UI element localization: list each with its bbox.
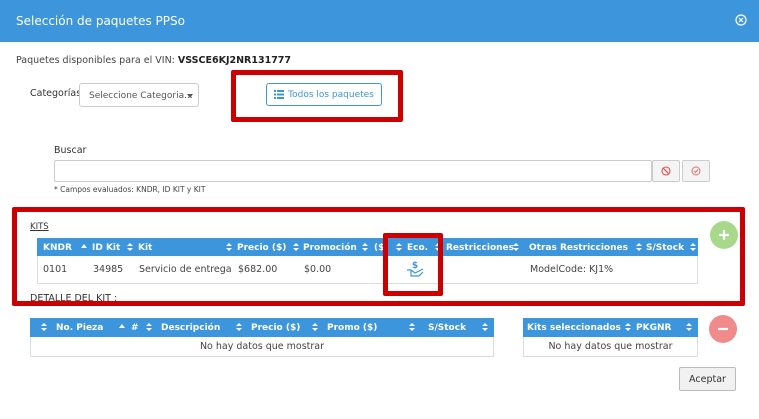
modal-header: Selección de paquetes PPSo — [0, 0, 759, 42]
sort-icon[interactable] — [636, 243, 642, 253]
buscar-label: Buscar — [54, 145, 87, 156]
sort-asc-icon[interactable] — [119, 324, 125, 328]
categorias-selected: Seleccione Categoria... — [89, 91, 193, 101]
col-kits-seleccionados[interactable]: Kits seleccionados — [527, 323, 621, 333]
sort-icon[interactable] — [409, 323, 415, 333]
col-no-pieza[interactable]: No. Pieza — [56, 323, 103, 333]
chevron-down-icon — [187, 94, 193, 98]
cell-kndr: 0101 — [43, 264, 68, 275]
sort-asc-icon[interactable] — [81, 244, 87, 248]
categorias-select[interactable]: Seleccione Categoria... — [79, 83, 199, 107]
col-pkgnr[interactable]: PKGNR — [636, 323, 671, 333]
col-promocion[interactable]: Promoción — [303, 243, 357, 253]
cell-otras-restricciones: ModelCode: KJ1% — [530, 264, 614, 275]
svg-text:$: $ — [412, 261, 418, 271]
col-kit[interactable]: Kit — [138, 243, 152, 253]
clear-search-button[interactable] — [652, 160, 680, 182]
seleccionados-empty-row: No hay datos que mostrar — [523, 337, 698, 357]
dollar-hand-icon[interactable]: $ — [406, 260, 424, 278]
cell-promocion: $0.00 — [304, 264, 332, 275]
add-kit-button[interactable] — [710, 221, 738, 249]
sort-icon[interactable] — [482, 323, 488, 333]
close-icon[interactable] — [735, 14, 747, 26]
vin-line: Paquetes disponibles para el VIN: VSSCE6… — [16, 55, 291, 66]
todos-paquetes-button[interactable]: Todos los paquetes — [266, 83, 382, 106]
col-promo[interactable]: Promo ($) — [327, 323, 377, 333]
sort-icon[interactable] — [146, 323, 152, 333]
col-stock[interactable]: S/Stock — [646, 243, 684, 253]
sort-icon[interactable] — [435, 243, 441, 253]
col-kndr[interactable]: KNDR — [43, 243, 72, 253]
campos-evaluados-note: * Campos evaluados: KNDR, ID KIT y KIT — [54, 185, 206, 194]
detalle-title: DETALLE DEL KIT : — [30, 293, 118, 304]
sort-icon[interactable] — [396, 243, 402, 253]
col-otras-restricciones[interactable]: Otras Restricciones — [529, 243, 628, 253]
plus-icon — [719, 230, 729, 240]
kits-table-header: KNDR ID Kit Kit Precio ($) Promoción ($ … — [37, 238, 698, 257]
detalle-empty-row: No hay datos que mostrar — [30, 337, 494, 357]
table-row[interactable]: 0101 34985 Servicio de entrega $682.00 $… — [37, 256, 698, 284]
cell-kit: Servicio de entrega — [139, 264, 232, 275]
vin-value: VSSCE6KJ2NR131777 — [177, 55, 292, 66]
list-icon — [274, 90, 285, 99]
sort-icon[interactable] — [312, 323, 318, 333]
col-descripcion[interactable]: Descripción — [161, 323, 220, 333]
vin-label: Paquetes disponibles para el VIN: — [16, 55, 175, 66]
sort-icon[interactable] — [625, 323, 631, 333]
sort-icon[interactable] — [690, 243, 696, 253]
sort-icon[interactable] — [236, 323, 242, 333]
sort-icon[interactable] — [513, 243, 519, 253]
col-eco[interactable]: Eco. — [407, 243, 428, 253]
sort-icon[interactable] — [41, 323, 47, 333]
col-stock[interactable]: S/Stock — [428, 323, 466, 333]
sort-icon[interactable] — [226, 243, 232, 253]
detalle-table-header: No. Pieza # Descripción Precio ($) Promo… — [30, 318, 494, 337]
sort-icon[interactable] — [362, 243, 368, 253]
remove-kit-button[interactable] — [709, 315, 737, 343]
col-numero[interactable]: # — [131, 323, 139, 333]
minus-icon — [718, 327, 728, 331]
buscar-input[interactable] — [54, 160, 652, 182]
cell-precio: $682.00 — [238, 264, 278, 275]
confirm-search-button[interactable] — [682, 160, 710, 182]
aceptar-button[interactable]: Aceptar — [679, 367, 736, 391]
categorias-label: Categorías — [30, 88, 82, 99]
todos-paquetes-label: Todos los paquetes — [288, 89, 374, 100]
modal-title: Selección de paquetes PPSo — [16, 14, 185, 28]
cell-id-kit: 34985 — [93, 264, 124, 275]
col-promo-amount[interactable]: ($ — [374, 243, 384, 253]
col-precio[interactable]: Precio ($) — [251, 323, 300, 333]
col-restricciones[interactable]: Restricciones — [446, 243, 514, 253]
col-precio[interactable]: Precio ($) — [237, 243, 286, 253]
check-circle-icon — [691, 166, 701, 176]
seleccionados-table-header: Kits seleccionados PKGNR — [523, 318, 698, 337]
sort-icon[interactable] — [686, 323, 692, 333]
ban-icon — [661, 166, 671, 176]
sort-icon[interactable] — [127, 243, 133, 253]
col-id-kit[interactable]: ID Kit — [92, 243, 120, 253]
kits-title: KITS — [30, 222, 49, 232]
sort-icon[interactable] — [293, 243, 299, 253]
